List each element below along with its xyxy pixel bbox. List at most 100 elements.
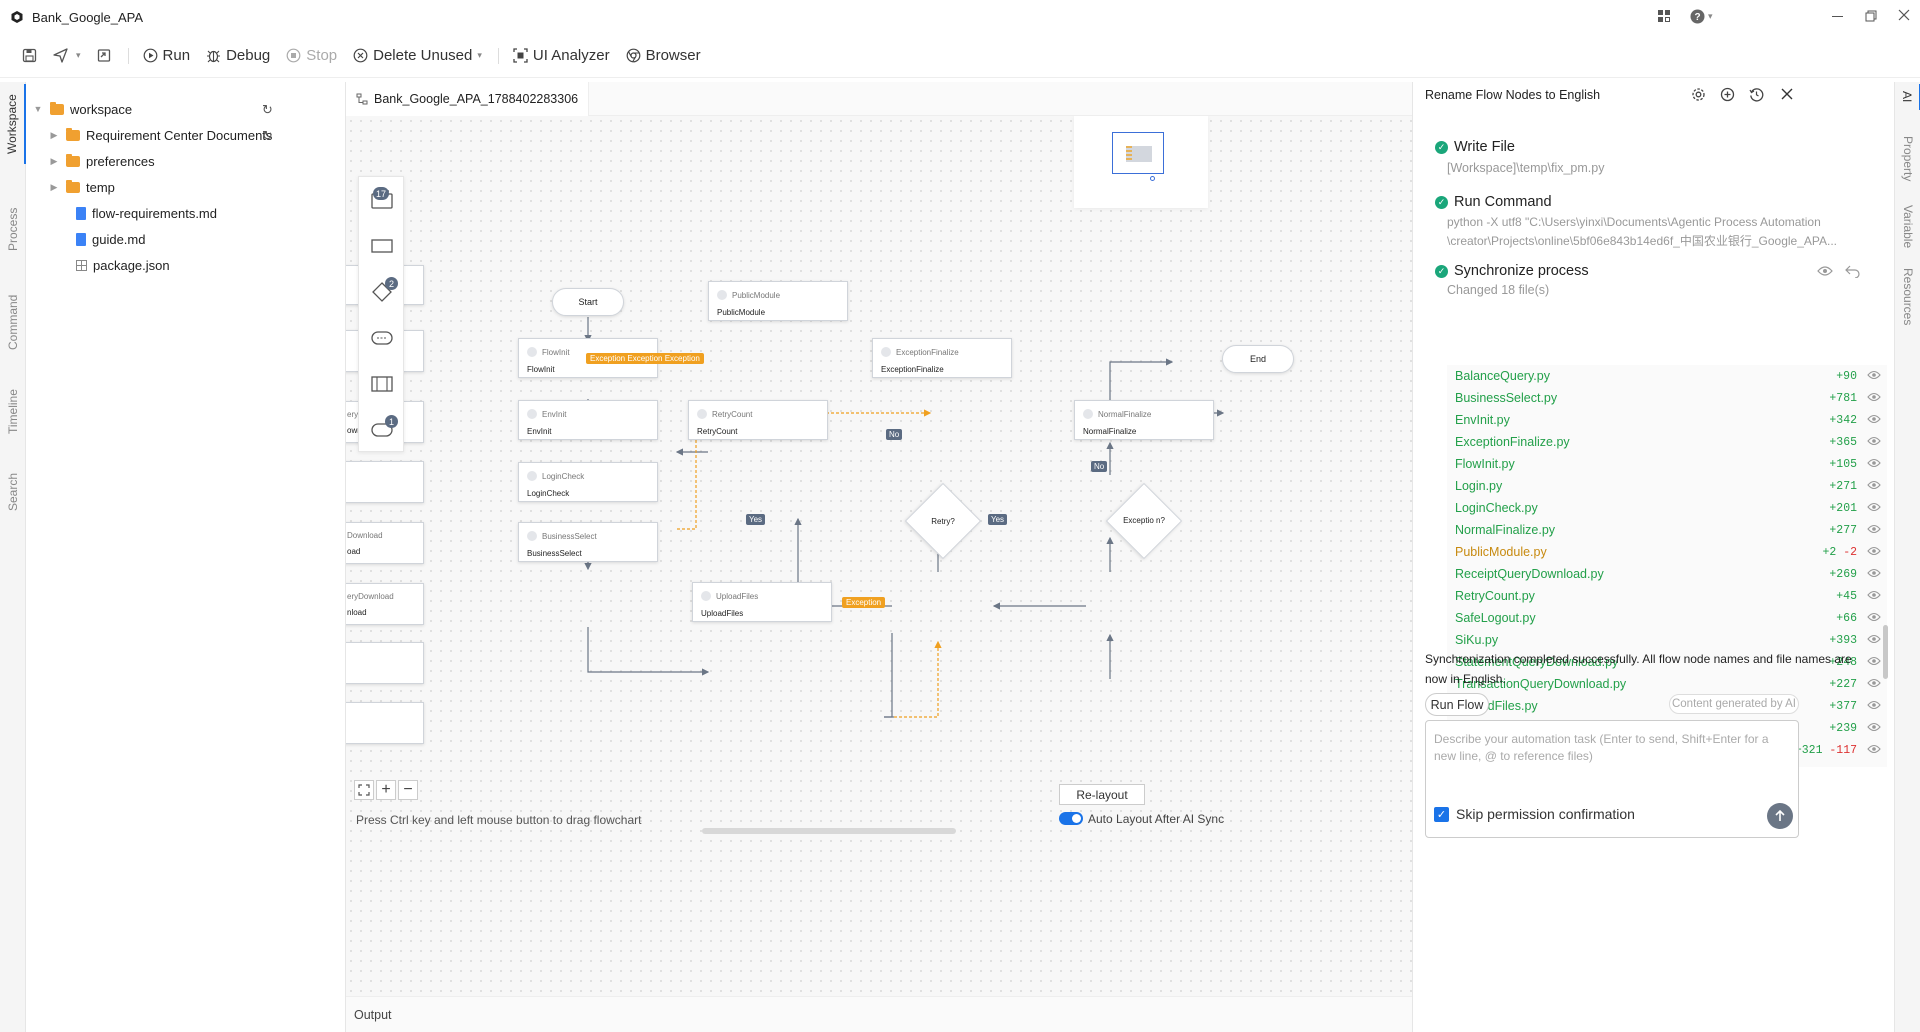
- delete-unused-button[interactable]: Delete Unused ▾: [353, 47, 482, 64]
- settings-icon[interactable]: [1691, 87, 1706, 105]
- layout-grid-icon[interactable]: [1657, 9, 1672, 27]
- palette-loop[interactable]: 1: [359, 407, 405, 453]
- changed-file-row[interactable]: ReceiptQueryDownload.py +269: [1447, 563, 1887, 585]
- tab-variable[interactable]: Variable: [1895, 192, 1920, 262]
- changed-file-row[interactable]: SafeLogout.py +66: [1447, 607, 1887, 629]
- browser-button[interactable]: Browser: [626, 47, 701, 64]
- eye-icon[interactable]: [1867, 721, 1881, 735]
- fit-view-icon[interactable]: [354, 780, 374, 800]
- eye-icon[interactable]: [1867, 457, 1881, 471]
- tree-root-workspace[interactable]: ▼ workspace ↻: [32, 96, 342, 122]
- tab-property[interactable]: Property: [1895, 124, 1920, 194]
- tree-item-folder[interactable]: ▶ Requirement Center Documents ↻: [48, 122, 342, 148]
- tree-item-file[interactable]: package.json: [66, 252, 342, 278]
- maximize-icon[interactable]: [1865, 10, 1877, 25]
- canvas-minimap[interactable]: [1074, 116, 1208, 208]
- changed-file-row[interactable]: UploadFiles.py +377: [1447, 695, 1887, 717]
- eye-icon[interactable]: [1867, 545, 1881, 559]
- save-button[interactable]: [22, 48, 37, 63]
- eye-icon[interactable]: [1867, 479, 1881, 493]
- palette-table[interactable]: [359, 361, 405, 407]
- help-icon[interactable]: ? ▾: [1690, 9, 1713, 24]
- eye-icon[interactable]: [1867, 369, 1881, 383]
- auto-layout-toggle[interactable]: [1059, 812, 1083, 825]
- eye-icon[interactable]: [1867, 567, 1881, 581]
- undo-icon[interactable]: [1845, 265, 1860, 281]
- changed-file-row[interactable]: BalanceQuery.py +90: [1447, 365, 1887, 387]
- skip-permission-checkbox[interactable]: ✓: [1434, 807, 1449, 822]
- eye-icon[interactable]: [1867, 501, 1881, 515]
- changed-file-row[interactable]: ExceptionFinalize.py +365: [1447, 431, 1887, 453]
- tab-ai[interactable]: AI: [1895, 84, 1920, 110]
- refresh-icon[interactable]: ↻: [262, 128, 273, 144]
- refresh-icon[interactable]: ↻: [262, 102, 273, 118]
- tree-item-folder[interactable]: ▶ temp: [48, 174, 342, 200]
- tab-search[interactable]: Search: [0, 462, 26, 522]
- send-button[interactable]: [1767, 803, 1793, 829]
- changed-file-row[interactable]: Login.py +271: [1447, 475, 1887, 497]
- flow-node-publicmodule[interactable]: PublicModule PublicModule: [708, 281, 848, 321]
- flow-node-partial[interactable]: [346, 642, 424, 684]
- changed-file-row[interactable]: LoginCheck.py +201: [1447, 497, 1887, 519]
- flow-node-envinit[interactable]: EnvInit EnvInit: [518, 400, 658, 440]
- output-panel[interactable]: Output: [346, 996, 1412, 1032]
- stop-button[interactable]: Stop: [286, 47, 337, 64]
- tab-process[interactable]: Process: [0, 194, 26, 264]
- run-flow-button[interactable]: Run Flow: [1425, 693, 1489, 716]
- eye-icon[interactable]: [1867, 589, 1881, 603]
- flowchart-canvas[interactable]: ery ownload Download oad eryDownload nlo…: [346, 116, 1412, 996]
- flow-node-exceptionfinalize[interactable]: ExceptionFinalize ExceptionFinalize: [872, 338, 1012, 378]
- export-button[interactable]: [97, 48, 112, 63]
- relayout-button[interactable]: Re-layout: [1059, 784, 1145, 805]
- zoom-out-icon[interactable]: −: [398, 780, 418, 800]
- eye-icon[interactable]: [1867, 633, 1881, 647]
- flow-node-uploadfiles[interactable]: UploadFiles UploadFiles: [692, 582, 832, 622]
- changed-file-row[interactable]: FlowInit.py +105: [1447, 453, 1887, 475]
- zoom-in-icon[interactable]: +: [376, 780, 396, 800]
- tab-resources[interactable]: Resources: [1895, 262, 1920, 332]
- debug-button[interactable]: Debug: [206, 47, 270, 64]
- flow-node-partial[interactable]: [346, 702, 424, 744]
- flow-node-businessselect[interactable]: BusinessSelect BusinessSelect: [518, 522, 658, 562]
- eye-icon[interactable]: [1867, 413, 1881, 427]
- horizontal-scrollbar[interactable]: [702, 828, 956, 834]
- changed-file-row[interactable]: RetryCount.py +45: [1447, 585, 1887, 607]
- eye-icon[interactable]: [1867, 523, 1881, 537]
- flow-node-partial[interactable]: [346, 461, 424, 503]
- tree-item-file[interactable]: guide.md: [66, 226, 342, 252]
- close-panel-icon[interactable]: [1781, 88, 1793, 103]
- ai-input-box[interactable]: Describe your automation task (Enter to …: [1425, 720, 1799, 838]
- flow-node-retrycount[interactable]: RetryCount RetryCount: [688, 400, 828, 440]
- run-button[interactable]: Run: [143, 47, 190, 64]
- flow-end-node[interactable]: End: [1222, 345, 1294, 373]
- palette-subflow[interactable]: [359, 315, 405, 361]
- minimize-icon[interactable]: [1832, 16, 1843, 17]
- changed-file-row[interactable]: EnvInit.py +342: [1447, 409, 1887, 431]
- eye-icon[interactable]: [1817, 265, 1833, 280]
- eye-icon[interactable]: [1867, 699, 1881, 713]
- eye-icon[interactable]: [1867, 391, 1881, 405]
- flow-start-node[interactable]: Start: [552, 288, 624, 316]
- changed-file-row[interactable]: PublicModule.py +2 -2: [1447, 541, 1887, 563]
- flow-node-logincheck[interactable]: LoginCheck LoginCheck: [518, 462, 658, 502]
- palette-process-block[interactable]: [359, 223, 405, 269]
- palette-activity[interactable]: 17: [359, 177, 405, 223]
- tree-item-file[interactable]: flow-requirements.md: [66, 200, 342, 226]
- flow-node-partial[interactable]: Download oad: [346, 522, 424, 564]
- ui-analyzer-button[interactable]: UI Analyzer: [513, 47, 610, 64]
- minimap-resize-handle[interactable]: [1150, 176, 1155, 181]
- flow-node-partial[interactable]: eryDownload nload: [346, 583, 424, 625]
- changed-file-row[interactable]: BusinessSelect.py +781: [1447, 387, 1887, 409]
- publish-button[interactable]: ▾: [53, 48, 81, 63]
- changed-file-row[interactable]: SiKu.py +393: [1447, 629, 1887, 651]
- flow-node-normalfinalize[interactable]: NormalFinalize NormalFinalize: [1074, 400, 1214, 440]
- tab-timeline[interactable]: Timeline: [0, 372, 26, 452]
- tab-workspace[interactable]: Workspace: [0, 84, 26, 164]
- palette-condition[interactable]: 2: [359, 269, 405, 315]
- close-window-icon[interactable]: [1898, 9, 1910, 24]
- tree-item-folder[interactable]: ▶ preferences: [48, 148, 342, 174]
- editor-tab[interactable]: Bank_Google_APA_1788402283306: [346, 82, 590, 116]
- history-icon[interactable]: [1749, 87, 1764, 105]
- tab-command[interactable]: Command: [0, 282, 26, 362]
- eye-icon[interactable]: [1867, 743, 1881, 757]
